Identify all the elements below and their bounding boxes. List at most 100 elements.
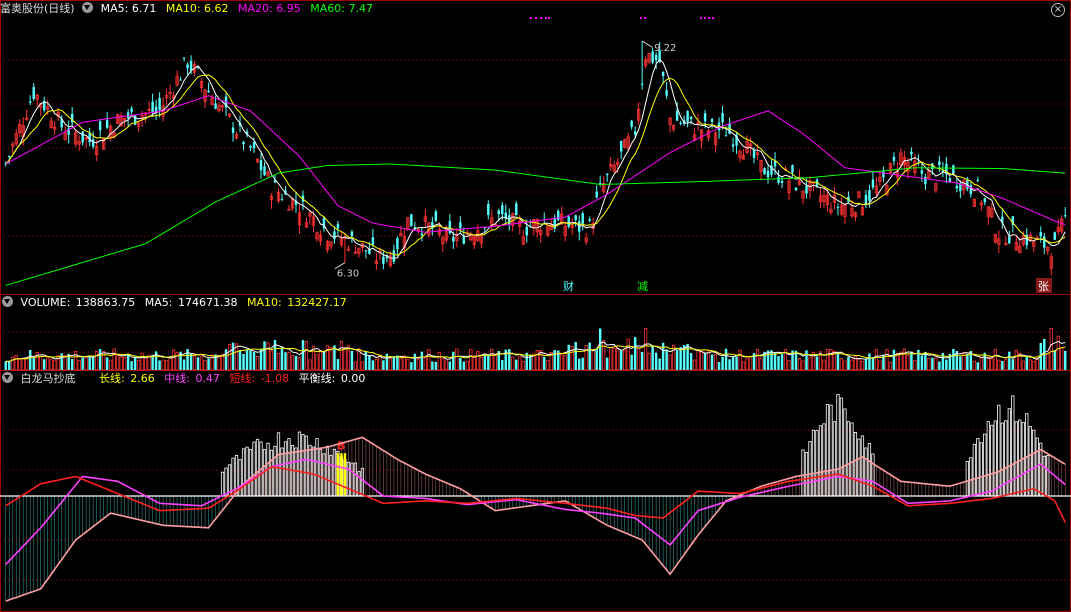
volume-bar — [490, 348, 494, 371]
volume-bar — [255, 356, 260, 371]
volume-bar — [567, 344, 570, 370]
volume-bar — [546, 360, 550, 371]
volume-bar — [518, 356, 522, 371]
volume-bar — [39, 356, 43, 371]
volume-bar — [843, 360, 847, 371]
volume-bar — [315, 354, 319, 371]
volume-bar — [1028, 359, 1032, 371]
volume-bar — [945, 359, 948, 370]
candle-body — [665, 90, 668, 96]
chevron-down-icon[interactable] — [2, 296, 13, 307]
candle-body — [434, 211, 438, 221]
candle-body — [588, 219, 591, 221]
volume-bar — [284, 352, 287, 370]
volume-bar — [934, 357, 938, 371]
candle-body — [640, 83, 644, 85]
balance-line-value: 0.00 — [340, 372, 366, 385]
volume-bar — [710, 354, 714, 370]
volume-bar — [297, 357, 302, 371]
candle-body — [1064, 215, 1067, 217]
volume-value: 138863.75 — [75, 296, 136, 309]
volume-bar — [410, 362, 413, 370]
candle-body — [689, 116, 693, 120]
volume-bar — [112, 348, 116, 371]
indicator-white-bar — [220, 471, 225, 497]
volume-bar — [343, 347, 347, 371]
volume-bar — [696, 350, 700, 371]
volume-bar — [168, 356, 172, 371]
candle-body — [557, 211, 560, 221]
volume-bar — [441, 358, 445, 371]
volume-bar — [336, 359, 340, 370]
candle-body — [654, 54, 658, 61]
volume-bar — [966, 353, 969, 370]
ma10-value: 6.62 — [204, 2, 229, 15]
volume-bar — [25, 358, 29, 371]
candle-body — [721, 112, 724, 123]
volume-bar — [42, 359, 46, 370]
chevron-down-icon[interactable] — [2, 372, 13, 383]
volume-bar — [931, 357, 934, 370]
candle-body — [91, 139, 95, 147]
volume-bar — [476, 351, 480, 371]
candle-body — [1039, 232, 1042, 237]
volume-bar — [986, 356, 990, 371]
volume-bar — [84, 355, 88, 371]
chevron-down-icon[interactable] — [82, 2, 94, 13]
volume-bar — [431, 361, 434, 370]
indicator-white-bar — [224, 467, 228, 497]
volume-bar — [1053, 350, 1056, 370]
volume-bar — [728, 359, 731, 370]
volume-bar — [972, 360, 976, 371]
volume-bar — [182, 359, 186, 370]
candle-body — [710, 119, 714, 122]
volume-bar — [515, 359, 518, 370]
ma5-label: MA5: — [100, 2, 129, 15]
volume-bar — [633, 337, 637, 370]
volume-bar — [318, 350, 323, 371]
volume-bar — [105, 357, 109, 370]
volume-bar — [434, 361, 438, 370]
volume-bar — [269, 350, 274, 371]
volume-bar — [29, 349, 32, 370]
volume-bar — [847, 356, 850, 370]
candle-body — [955, 185, 959, 189]
volume-bar — [1004, 359, 1008, 371]
candle-body — [836, 206, 840, 208]
close-icon[interactable]: × — [1051, 3, 1065, 17]
volume-bar — [371, 360, 375, 370]
volume-bar — [1008, 351, 1011, 370]
volume-bar — [651, 346, 654, 370]
candle-body — [105, 119, 109, 128]
volume-bar — [203, 360, 207, 371]
volume-bar — [413, 353, 417, 370]
candle-body — [1043, 236, 1046, 248]
candle-body — [392, 250, 396, 262]
volume-bar — [748, 355, 753, 371]
volume-bar — [437, 351, 441, 371]
volume-bar — [360, 361, 365, 371]
volume-bar — [508, 349, 511, 370]
candle-body — [501, 205, 504, 215]
volume-bar — [623, 349, 627, 371]
volume-bar — [196, 357, 200, 370]
volume-bar — [1021, 360, 1025, 371]
volume-bar — [724, 348, 728, 370]
candle-body — [605, 173, 609, 175]
candle-body — [252, 142, 256, 149]
volume-bar — [741, 361, 746, 371]
volume-bar — [626, 338, 630, 371]
volume-bar — [860, 360, 865, 371]
indicator-name: 白龙马抄底 — [20, 372, 76, 385]
volume-bar — [396, 355, 399, 370]
candle-body — [371, 237, 375, 245]
event-dot — [708, 17, 710, 19]
volume-bar — [731, 356, 735, 370]
candle-body — [333, 231, 336, 240]
volume-bar — [116, 355, 120, 371]
volume-bar — [53, 360, 57, 371]
volume-bar — [913, 360, 917, 371]
candle-body — [882, 171, 885, 178]
volume-bar — [920, 355, 924, 370]
event-dot — [548, 17, 550, 19]
